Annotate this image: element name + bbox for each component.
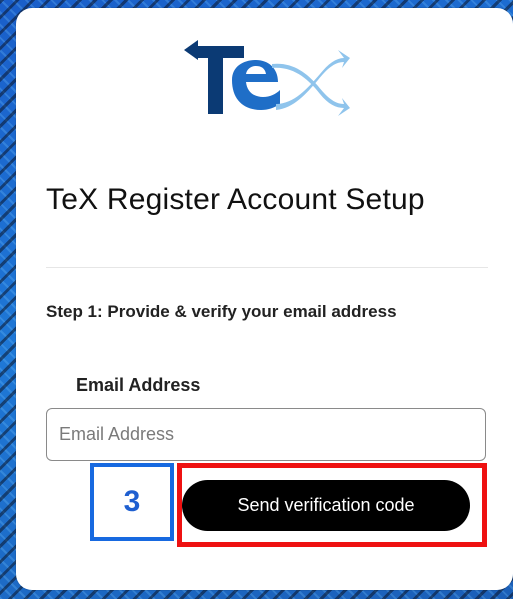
step-instruction: Step 1: Provide & verify your email addr… [46, 302, 397, 321]
tex-logo [184, 40, 350, 116]
send-verification-code-button[interactable]: Send verification code [182, 480, 470, 531]
step-number-badge: 3 [90, 463, 174, 541]
page-title: TeX Register Account Setup [46, 183, 425, 216]
step-number: 3 [123, 485, 141, 518]
email-field[interactable] [46, 408, 486, 461]
divider [46, 267, 488, 268]
email-label: Email Address [76, 375, 201, 395]
